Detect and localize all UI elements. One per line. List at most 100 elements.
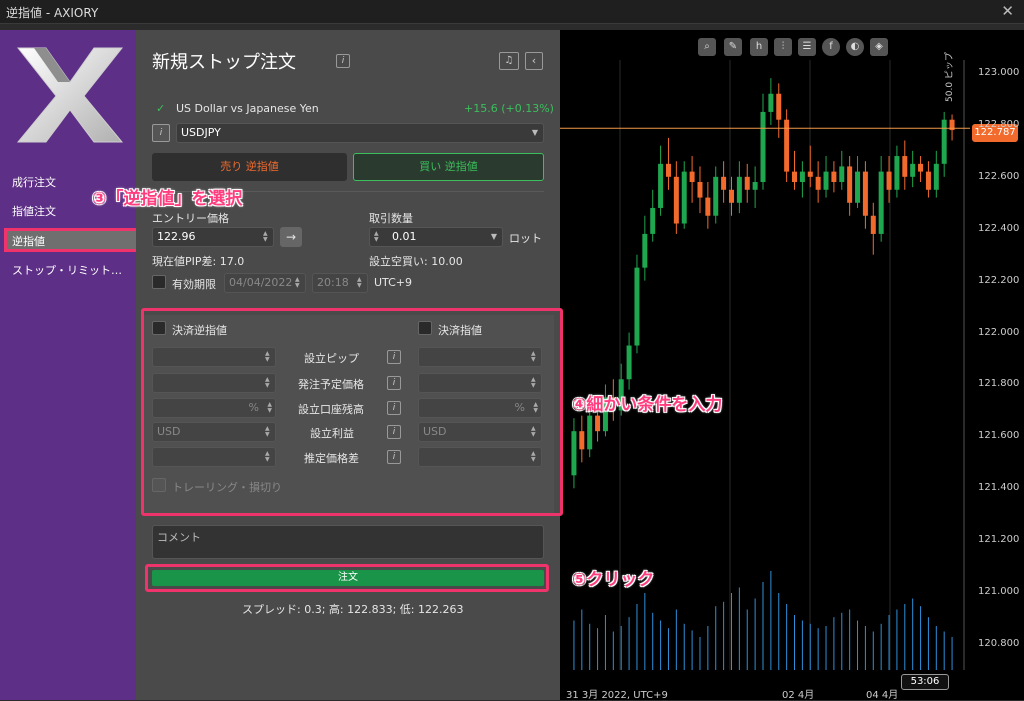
candle-body bbox=[862, 171, 868, 216]
order-button-highlight bbox=[145, 564, 549, 592]
chart-svg bbox=[560, 60, 970, 670]
entry-price-input[interactable]: 122.96 ▲ ▼ bbox=[152, 227, 274, 247]
symbol-info-icon[interactable]: i bbox=[152, 124, 170, 142]
candle-body bbox=[634, 267, 640, 346]
chevron-down-icon: ▼ bbox=[490, 232, 497, 241]
panel-title: 新規ストップ注文 bbox=[152, 52, 296, 73]
timezone: UTC+9 bbox=[374, 276, 413, 289]
candle-body bbox=[815, 176, 821, 190]
candle-body bbox=[792, 171, 798, 182]
candle-body bbox=[744, 176, 750, 190]
candle-body bbox=[697, 182, 703, 198]
comment-input[interactable]: コメント bbox=[152, 525, 544, 559]
candle-timer-value: 53:06 bbox=[910, 676, 940, 687]
candle-body bbox=[870, 215, 876, 234]
pip-diff: 現在値PIP差: 17.0 bbox=[152, 255, 245, 268]
spread-info: スプレッド: 0.3; 高: 122.833; 低: 122.263 bbox=[242, 603, 464, 616]
candle-body bbox=[776, 93, 782, 120]
candle-body bbox=[595, 415, 601, 432]
zoom-icon[interactable]: ⌕ bbox=[698, 38, 716, 56]
check-icon: ✓ bbox=[156, 102, 166, 115]
sidebar-item-limit-order[interactable]: 指値注文 bbox=[12, 203, 56, 219]
candle-body bbox=[571, 431, 577, 476]
indicators-icon[interactable]: ☰ bbox=[798, 38, 816, 56]
stepper-icon[interactable]: ▲ ▼ bbox=[374, 231, 381, 243]
sidebar-item-market-order[interactable]: 成行注文 bbox=[12, 174, 56, 190]
candle-body bbox=[579, 431, 585, 450]
y-tick-label: 121.400 bbox=[978, 482, 1020, 494]
candle-body bbox=[673, 176, 679, 224]
candle-body bbox=[807, 171, 813, 177]
bell-icon[interactable]: ♫ bbox=[499, 52, 519, 70]
title-bar: 逆指値 - AXIORY ✕ bbox=[0, 0, 1024, 24]
candle-body bbox=[823, 171, 829, 190]
candle-body bbox=[642, 233, 648, 268]
annotation-step4: ④細かい条件を入力 bbox=[572, 395, 723, 415]
close-icon[interactable]: ✕ bbox=[1001, 2, 1014, 20]
candle-body bbox=[681, 171, 687, 224]
facebook-icon[interactable]: f bbox=[822, 38, 840, 56]
candle-body bbox=[784, 119, 790, 172]
candle-body bbox=[855, 171, 861, 203]
info-icon[interactable]: i bbox=[336, 54, 350, 68]
candle-body bbox=[728, 189, 734, 203]
timeframe-icon[interactable]: h bbox=[750, 38, 768, 56]
candle-body bbox=[721, 176, 727, 190]
candle-body bbox=[689, 171, 695, 182]
y-tick-label: 121.200 bbox=[978, 534, 1020, 546]
sell-stop-button[interactable]: 売り 逆指値 bbox=[152, 153, 347, 181]
y-tick-label: 121.600 bbox=[978, 430, 1020, 442]
collapse-icon[interactable]: ‹ bbox=[525, 52, 543, 70]
arrow-right-icon[interactable]: → bbox=[280, 227, 302, 247]
candle-body bbox=[736, 176, 742, 203]
trade-icon[interactable]: ✎ bbox=[724, 38, 742, 56]
window-title: 逆指値 - AXIORY bbox=[6, 6, 99, 20]
candle-body bbox=[760, 111, 766, 182]
candle-body bbox=[933, 163, 939, 190]
y-tick-label: 122.000 bbox=[978, 326, 1020, 338]
y-tick-label: 122.600 bbox=[978, 170, 1020, 182]
layers-icon[interactable]: ◈ bbox=[870, 38, 888, 56]
price-change: +15.6 (+0.13%) bbox=[464, 102, 554, 115]
candle-body bbox=[878, 171, 884, 234]
quantity-input[interactable]: ▲ ▼ 0.01 ▼ bbox=[369, 227, 503, 247]
lot-unit: ロット bbox=[509, 232, 542, 245]
candle-body bbox=[658, 163, 664, 208]
entry-price-label: エントリー価格 bbox=[152, 212, 229, 225]
sidebar-item-stop-limit[interactable]: ストップ・リミット… bbox=[12, 262, 122, 278]
y-tick-label: 122.800 bbox=[978, 118, 1020, 130]
symbol-select[interactable]: USDJPY ▼ bbox=[176, 123, 544, 143]
y-tick-label: 121.000 bbox=[978, 586, 1020, 598]
stepper-icon[interactable]: ▲ ▼ bbox=[295, 277, 302, 289]
conditions-highlight bbox=[141, 308, 563, 516]
sidebar-item-stop-order[interactable]: 逆指値 bbox=[12, 233, 45, 249]
stepper-icon[interactable]: ▲ ▼ bbox=[357, 277, 364, 289]
x-label-1: 02 4月 bbox=[782, 690, 815, 701]
expiry-date-input[interactable]: 04/04/2022 ▲ ▼ bbox=[224, 273, 306, 293]
y-tick-label: 120.800 bbox=[978, 638, 1020, 650]
sidebar: 成行注文 指値注文 逆指値 ストップ・リミット… bbox=[0, 30, 140, 700]
quantity-value: 0.01 bbox=[392, 230, 417, 243]
price-chart[interactable]: ⌕ ✎ h ⫶ ☰ f ◐ ◈ 50.0 ピップ 122.787 53:06 3… bbox=[560, 30, 1024, 701]
symbol-name: US Dollar vs Japanese Yen bbox=[176, 102, 319, 115]
expiry-time-input[interactable]: 20:18 ▲ ▼ bbox=[312, 273, 368, 293]
expiry-checkbox[interactable] bbox=[152, 275, 166, 289]
candle-body bbox=[752, 182, 758, 190]
annotation-step3: ③「逆指値」を選択 bbox=[92, 189, 243, 209]
candle-body bbox=[768, 93, 774, 112]
candle-body bbox=[587, 415, 593, 450]
y-tick-label: 123.000 bbox=[978, 66, 1020, 78]
candle-body bbox=[705, 197, 711, 216]
candle-body bbox=[831, 171, 837, 182]
entry-price-value: 122.96 bbox=[157, 230, 196, 243]
candle-type-icon[interactable]: ⫶ bbox=[774, 38, 792, 56]
candle-body bbox=[650, 207, 656, 234]
stepper-icon[interactable]: ▲ ▼ bbox=[263, 231, 270, 243]
candle-body bbox=[665, 163, 671, 177]
buy-stop-button[interactable]: 買い 逆指値 bbox=[353, 153, 544, 181]
buy-stop-label: 買い 逆指値 bbox=[419, 160, 478, 173]
y-tick-label: 122.400 bbox=[978, 222, 1020, 234]
pip-scale-label: 50.0 ピップ bbox=[945, 52, 955, 102]
theme-icon[interactable]: ◐ bbox=[846, 38, 864, 56]
axiory-logo bbox=[16, 47, 124, 143]
